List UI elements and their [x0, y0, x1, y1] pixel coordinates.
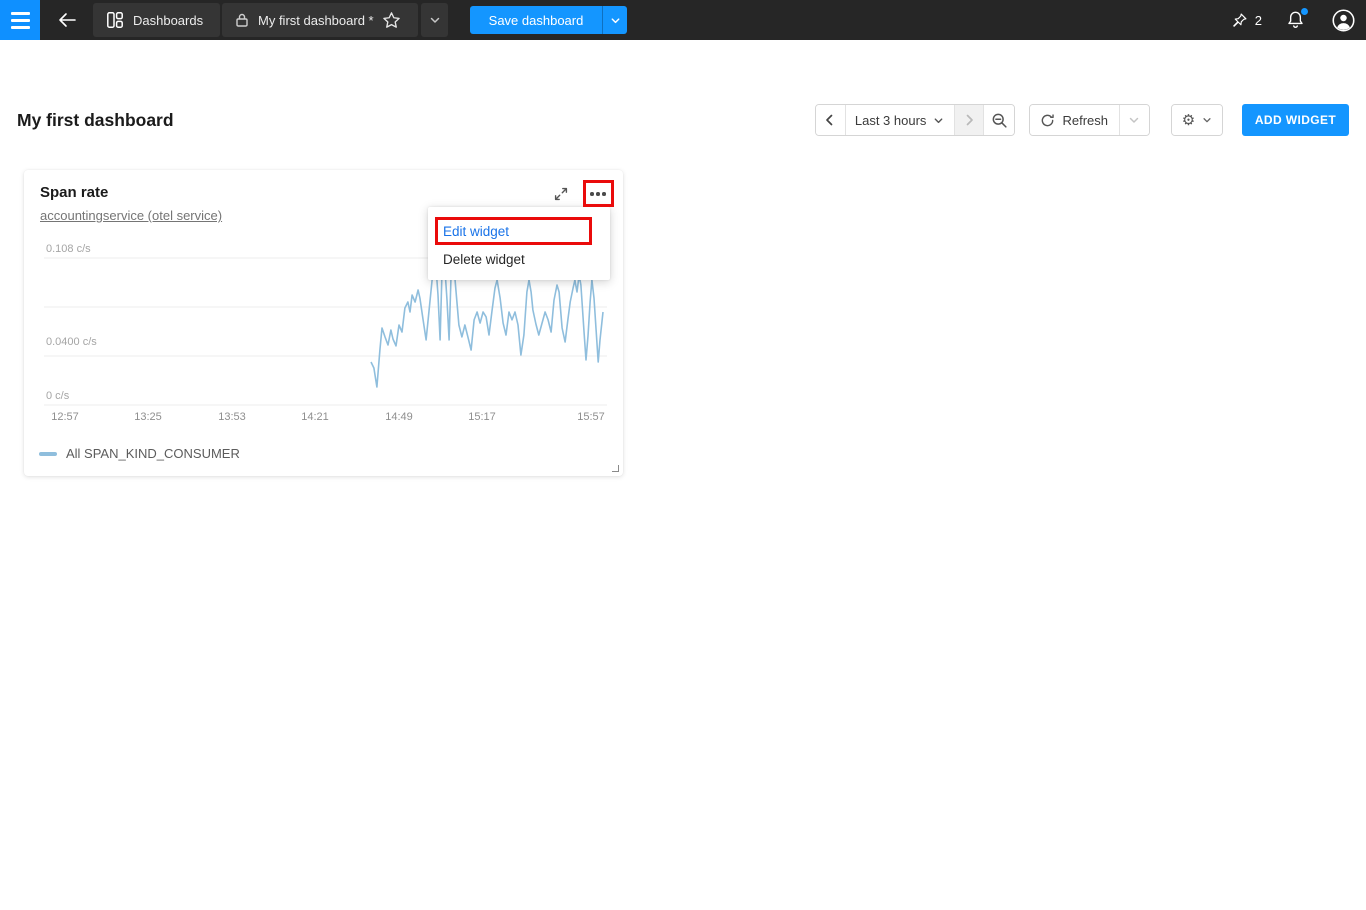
hamburger-menu-button[interactable] [0, 0, 40, 40]
settings-dropdown-button[interactable]: ⚙ [1172, 105, 1222, 135]
chart-legend[interactable]: All SPAN_KIND_CONSUMER [39, 446, 240, 461]
dashboard-settings-controls: ⚙ [1171, 104, 1223, 136]
save-dashboard-split-button: Save dashboard [470, 6, 627, 34]
favorite-star-icon[interactable] [382, 11, 401, 30]
x-tick-label: 15:17 [468, 411, 496, 423]
pin-icon [1231, 12, 1248, 29]
header-right-actions: 2 [1231, 0, 1366, 40]
zoom-out-icon [991, 112, 1008, 129]
breadcrumb-dashboards[interactable]: Dashboards [93, 3, 220, 37]
x-tick-label: 12:57 [51, 411, 79, 423]
chevron-down-icon [1128, 114, 1140, 126]
save-dashboard-dropdown[interactable] [602, 6, 627, 34]
save-dashboard-button[interactable]: Save dashboard [470, 6, 602, 34]
lock-icon [234, 12, 250, 28]
gear-icon: ⚙ [1182, 113, 1195, 128]
chevron-down-icon [1202, 115, 1212, 125]
x-tick-label: 15:57 [577, 411, 605, 423]
back-arrow-icon [58, 12, 76, 28]
chevron-right-icon [961, 112, 977, 128]
x-tick-label: 13:25 [134, 411, 162, 423]
page-title: My first dashboard [17, 110, 174, 131]
add-widget-button[interactable]: ADD WIDGET [1242, 104, 1349, 136]
y-tick-label: 0.108 c/s [46, 243, 96, 257]
x-tick-label: 14:21 [301, 411, 329, 423]
top-header: Dashboards My first dashboard * Sav [0, 0, 1366, 40]
notification-dot-badge [1301, 8, 1308, 15]
legend-label: All SPAN_KIND_CONSUMER [66, 446, 240, 461]
refresh-controls: Refresh [1029, 104, 1150, 136]
timeframe-controls: Last 3 hours [815, 104, 1015, 136]
timeframe-forward-button[interactable] [955, 105, 985, 135]
refresh-icon [1040, 113, 1055, 128]
pinned-items-button[interactable]: 2 [1231, 12, 1262, 29]
y-tick-label: 0.0400 c/s [46, 336, 102, 350]
dashboard-tab[interactable]: My first dashboard * [222, 3, 418, 37]
refresh-button[interactable]: Refresh [1030, 105, 1120, 135]
chevron-down-icon [429, 14, 441, 26]
chevron-left-icon [822, 112, 838, 128]
menu-item-delete-widget[interactable]: Delete widget [428, 245, 610, 273]
timeframe-selector[interactable]: Last 3 hours [846, 105, 955, 135]
notifications-button[interactable] [1286, 9, 1306, 31]
tab-options-dropdown[interactable] [421, 3, 448, 37]
legend-swatch [39, 452, 57, 456]
widget-context-menu: Edit widget Delete widget [428, 207, 610, 280]
dashboards-grid-icon [106, 11, 124, 29]
y-tick-label: 0 c/s [46, 390, 74, 404]
menu-item-edit-widget[interactable]: Edit widget [428, 217, 610, 245]
chevron-down-icon [610, 15, 621, 26]
x-tick-label: 14:49 [385, 411, 413, 423]
pin-count-badge: 2 [1255, 13, 1262, 28]
timeframe-zoom-out-button[interactable] [984, 105, 1014, 135]
timeframe-label: Last 3 hours [855, 113, 927, 128]
refresh-label: Refresh [1062, 113, 1108, 128]
breadcrumb-label: Dashboards [133, 13, 203, 28]
chevron-down-icon [933, 115, 944, 126]
app-root: Dashboards My first dashboard * Sav [0, 0, 1366, 910]
back-button[interactable] [54, 4, 80, 36]
timeframe-back-button[interactable] [816, 105, 846, 135]
refresh-options-dropdown[interactable] [1120, 105, 1150, 135]
user-avatar[interactable] [1332, 8, 1356, 32]
x-tick-label: 13:53 [218, 411, 246, 423]
dashboard-tab-title: My first dashboard * [258, 13, 374, 28]
